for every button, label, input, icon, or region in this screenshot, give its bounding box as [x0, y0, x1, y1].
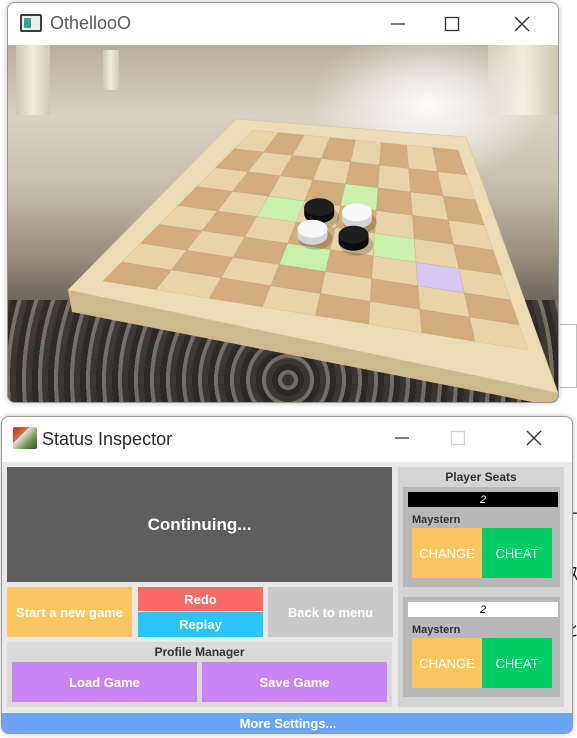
maximize-icon [444, 16, 460, 32]
change-player-button[interactable]: CHANGE [412, 638, 482, 688]
replay-button[interactable]: Replay [138, 612, 263, 637]
load-game-button[interactable]: Load Game [12, 662, 197, 702]
close-button[interactable] [502, 9, 542, 39]
close-icon [514, 16, 530, 32]
minimize-icon [395, 437, 409, 439]
player-name: Maystern [412, 514, 461, 526]
game-window-titlebar[interactable]: OthellooO [8, 3, 558, 45]
game-window-title: OthellooO [50, 13, 132, 33]
profile-manager-panel: Profile Manager Load Game Save Game [7, 642, 392, 707]
change-player-button[interactable]: CHANGE [412, 528, 482, 578]
minimize-icon [391, 23, 405, 25]
save-game-button[interactable]: Save Game [202, 662, 387, 702]
player-seats-title: Player Seats [445, 470, 517, 484]
cheat-button[interactable]: CHEAT [482, 528, 552, 578]
maximize-icon [450, 430, 466, 446]
player-seats-panel: Player Seats 2 Maystern CHANGE CHEAT 2 M… [398, 467, 564, 707]
game-3d-viewport[interactable] [8, 45, 559, 403]
status-window-titlebar[interactable]: Status Inspector [2, 417, 572, 459]
othello-board[interactable] [8, 45, 559, 403]
back-to-menu-button[interactable]: Back to menu [268, 587, 393, 637]
background-divider [560, 387, 577, 388]
status-app-icon [13, 427, 37, 449]
game-status-display: Continuing... [7, 467, 392, 582]
maximize-button[interactable] [432, 9, 472, 39]
board-square[interactable] [345, 161, 380, 189]
game-status-text: Continuing... [147, 514, 252, 534]
status-inspector-window: Status Inspector Continuing... Start a n… [1, 416, 573, 734]
background-divider [560, 324, 577, 325]
board-square[interactable] [379, 142, 409, 169]
maximize-button-disabled [438, 423, 478, 453]
status-window-title: Status Inspector [42, 429, 173, 449]
close-button[interactable] [514, 423, 554, 453]
game-window: OthellooO [7, 2, 559, 403]
start-new-game-button[interactable]: Start a new game [7, 587, 132, 637]
minimize-button[interactable] [382, 423, 422, 453]
player-name: Maystern [412, 624, 461, 636]
app-window-icon [20, 14, 42, 32]
close-icon [526, 430, 542, 446]
board-square[interactable] [350, 139, 382, 166]
cheat-button[interactable]: CHEAT [482, 638, 552, 688]
status-content: Continuing... Start a new game Redo Repl… [2, 462, 572, 713]
player-seat-black: 2 Maystern CHANGE CHEAT [403, 487, 560, 587]
player-seat-white: 2 Maystern CHANGE CHEAT [403, 597, 560, 697]
redo-button[interactable]: Redo [138, 587, 263, 611]
board-square[interactable] [377, 164, 411, 193]
minimize-button[interactable] [378, 9, 418, 39]
profile-manager-title: Profile Manager [154, 645, 245, 659]
more-settings-button[interactable]: More Settings... [2, 713, 572, 733]
white-score-display: 2 [408, 602, 558, 617]
black-score-display: 2 [408, 492, 558, 507]
